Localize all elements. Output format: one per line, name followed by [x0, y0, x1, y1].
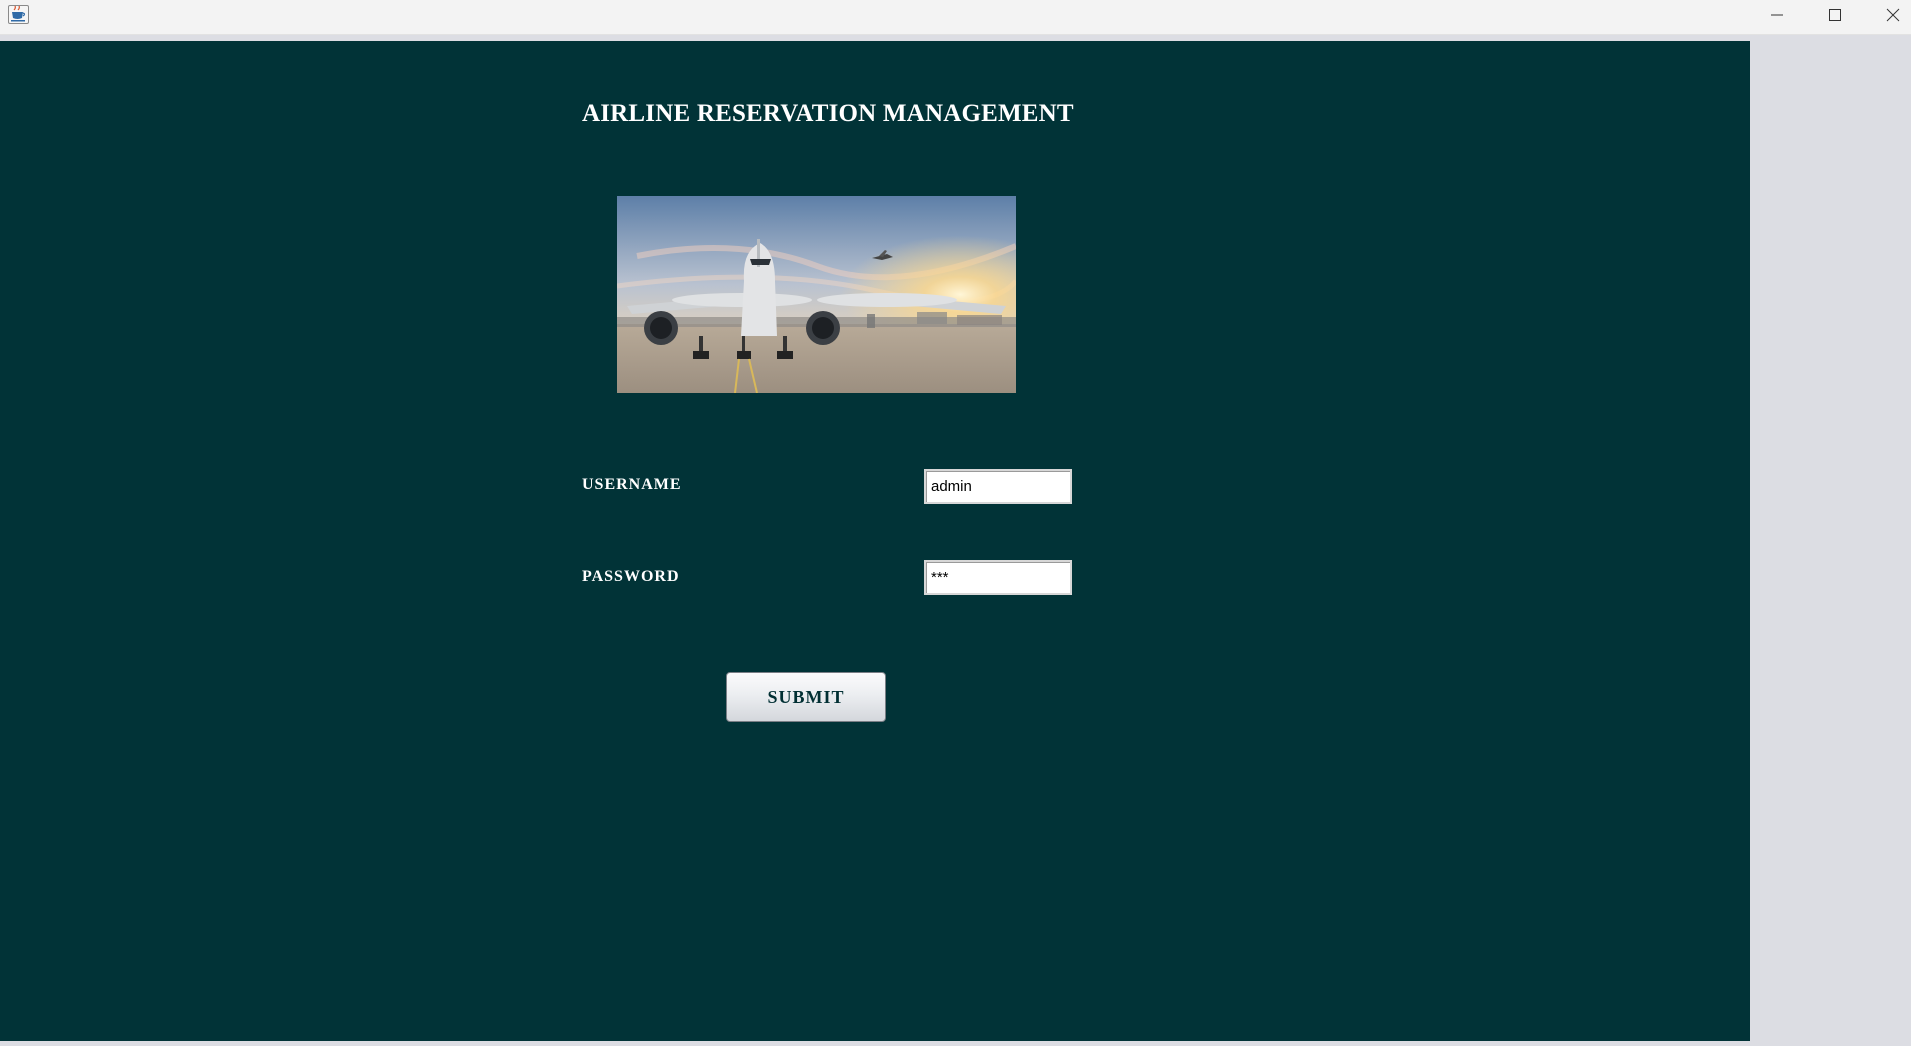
- maximize-button[interactable]: [1806, 0, 1864, 30]
- login-panel: [0, 41, 1750, 1041]
- password-input[interactable]: [924, 560, 1072, 595]
- close-icon: [1886, 8, 1900, 22]
- window-titlebar[interactable]: [0, 0, 1911, 35]
- close-button[interactable]: [1864, 0, 1911, 30]
- airplane-image: [617, 196, 1016, 393]
- java-cup-icon[interactable]: [8, 5, 29, 24]
- username-label: USERNAME: [582, 476, 682, 493]
- bottom-border: [0, 1041, 1911, 1046]
- page-title: AIRLINE RESERVATION MANAGEMENT: [582, 100, 1074, 127]
- password-label: PASSWORD: [582, 568, 680, 585]
- submit-button[interactable]: SUBMIT: [726, 672, 886, 722]
- username-input[interactable]: [924, 469, 1072, 504]
- maximize-icon: [1829, 9, 1841, 21]
- side-gutter: [1750, 41, 1911, 1041]
- minimize-button[interactable]: [1748, 0, 1806, 30]
- minimize-icon: [1771, 14, 1783, 16]
